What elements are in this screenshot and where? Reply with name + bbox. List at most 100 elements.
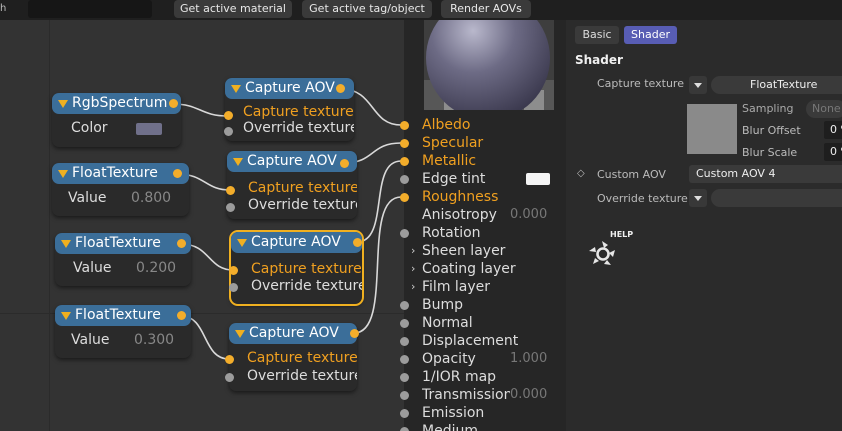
input-roughness[interactable]: Roughness (400, 188, 566, 206)
output-port[interactable] (336, 84, 345, 93)
edge-tint-color-swatch[interactable] (526, 173, 550, 185)
input-edge-tint[interactable]: Edge tint (400, 170, 566, 188)
value-field[interactable]: 0.800 (131, 190, 171, 206)
input-albedo[interactable]: Albedo (400, 116, 566, 134)
input-normal[interactable]: Normal (400, 314, 566, 332)
output-port[interactable] (350, 329, 359, 338)
node-floattexture-2[interactable]: FloatTexture Value 0.200 (55, 233, 191, 286)
input-rotation[interactable]: Rotation (400, 224, 566, 242)
node-editor-canvas[interactable]: RgbSpectrum Color FloatTexture Value 0.8… (0, 20, 404, 431)
color-swatch[interactable] (136, 123, 162, 135)
input-bump[interactable]: Bump (400, 296, 566, 314)
node-header[interactable]: FloatTexture (52, 163, 189, 184)
input-port[interactable] (400, 157, 409, 166)
tab-basic[interactable]: Basic (575, 26, 619, 44)
material-preview[interactable] (424, 20, 554, 110)
node-header[interactable]: Capture AOV (227, 151, 357, 172)
node-header[interactable]: FloatTexture (55, 305, 191, 326)
group-coating-layer[interactable]: › Coating layer (404, 260, 566, 278)
input-port[interactable] (400, 409, 409, 418)
node-header[interactable]: RgbSpectrum (52, 93, 181, 114)
collapse-triangle-icon[interactable] (58, 170, 68, 178)
node-capture-aov-2[interactable]: Capture AOV Capture texture Override tex… (226, 151, 357, 219)
input-port[interactable] (400, 175, 409, 184)
keyframe-diamond-icon[interactable]: ◇ (577, 168, 585, 179)
tab-shader[interactable]: Shader (624, 26, 677, 44)
output-port[interactable] (169, 99, 178, 108)
input-port[interactable] (229, 266, 238, 275)
input-opacity[interactable]: Opacity 1.000 (400, 350, 566, 368)
input-port[interactable] (224, 127, 233, 136)
capture-texture-field[interactable]: FloatTexture (711, 76, 842, 94)
node-header[interactable]: FloatTexture (55, 233, 191, 254)
output-port[interactable] (173, 169, 182, 178)
input-port[interactable] (400, 301, 409, 310)
output-port[interactable] (177, 239, 186, 248)
node-floattexture-1[interactable]: FloatTexture Value 0.800 (52, 163, 189, 216)
collapse-triangle-icon[interactable] (233, 158, 243, 166)
node-header[interactable]: Capture AOV (231, 232, 362, 253)
override-texture-dropdown-icon[interactable] (689, 189, 707, 207)
render-aovs-button[interactable]: Render AOVs (441, 0, 531, 18)
input-port[interactable] (400, 373, 409, 382)
get-active-tag-object-button[interactable]: Get active tag/object (302, 0, 432, 18)
help-label[interactable]: HELP (610, 230, 633, 239)
custom-aov-field[interactable]: Custom AOV 4 (689, 165, 842, 183)
input-port[interactable] (226, 203, 235, 212)
node-floattexture-3[interactable]: FloatTexture Value 0.300 (55, 305, 191, 358)
expand-arrow-icon[interactable]: › (411, 242, 415, 260)
value-field[interactable]: 0.200 (136, 260, 176, 276)
input-port[interactable] (225, 355, 234, 364)
opacity-value[interactable]: 1.000 (510, 350, 547, 368)
node-rgbspectrum[interactable]: RgbSpectrum Color (52, 93, 181, 147)
collapse-triangle-icon[interactable] (58, 100, 68, 108)
input-port[interactable] (225, 373, 234, 382)
input-metallic[interactable]: Metallic (400, 152, 566, 170)
get-active-material-button[interactable]: Get active material (174, 0, 292, 18)
input-medium[interactable]: Medium (400, 422, 566, 431)
expand-arrow-icon[interactable]: › (411, 260, 415, 278)
input-displacement[interactable]: Displacement (400, 332, 566, 350)
blur-offset-field[interactable]: 0 % (824, 121, 842, 139)
toolbar-search-field[interactable] (28, 0, 152, 18)
input-ior-map[interactable]: 1/IOR map (400, 368, 566, 386)
input-emission[interactable]: Emission (400, 404, 566, 422)
node-header[interactable]: Capture AOV (225, 78, 354, 99)
input-port[interactable] (400, 391, 409, 400)
collapse-triangle-icon[interactable] (235, 330, 245, 338)
node-capture-aov-4[interactable]: Capture AOV Capture texture Override tex… (225, 323, 359, 391)
sampling-field[interactable]: None (806, 100, 842, 118)
collapse-triangle-icon[interactable] (237, 239, 247, 247)
input-port[interactable] (224, 111, 233, 120)
output-port[interactable] (340, 159, 349, 168)
transmission-value[interactable]: 0.000 (510, 386, 547, 404)
collapse-triangle-icon[interactable] (61, 312, 71, 320)
input-specular[interactable]: Specular (400, 134, 566, 152)
node-capture-aov-1[interactable]: Capture AOV Capture texture Override tex… (224, 78, 354, 141)
input-port[interactable] (400, 229, 409, 238)
output-port[interactable] (353, 238, 362, 247)
blur-scale-field[interactable]: 0 % (824, 143, 842, 161)
output-port[interactable] (177, 311, 186, 320)
collapse-triangle-icon[interactable] (61, 240, 71, 248)
collapse-triangle-icon[interactable] (231, 85, 241, 93)
input-port[interactable] (400, 337, 409, 346)
input-port[interactable] (226, 186, 235, 195)
input-port[interactable] (400, 355, 409, 364)
group-film-layer[interactable]: › Film layer (404, 278, 566, 296)
input-anisotropy[interactable]: Anisotropy 0.000 (404, 206, 566, 224)
expand-arrow-icon[interactable]: › (411, 278, 415, 296)
group-sheen-layer[interactable]: › Sheen layer (404, 242, 566, 260)
capture-texture-dropdown-icon[interactable] (689, 76, 707, 94)
value-field[interactable]: 0.300 (134, 332, 174, 348)
node-capture-aov-3[interactable]: Capture AOV Capture texture Override tex… (229, 230, 364, 306)
input-transmission[interactable]: Transmission 0.000 (400, 386, 566, 404)
input-port[interactable] (400, 139, 409, 148)
input-port[interactable] (400, 319, 409, 328)
override-texture-field[interactable] (711, 189, 842, 207)
input-port[interactable] (400, 427, 409, 431)
input-port[interactable] (400, 193, 409, 202)
node-header[interactable]: Capture AOV (229, 323, 357, 344)
input-port[interactable] (229, 283, 238, 292)
input-port[interactable] (400, 121, 409, 130)
